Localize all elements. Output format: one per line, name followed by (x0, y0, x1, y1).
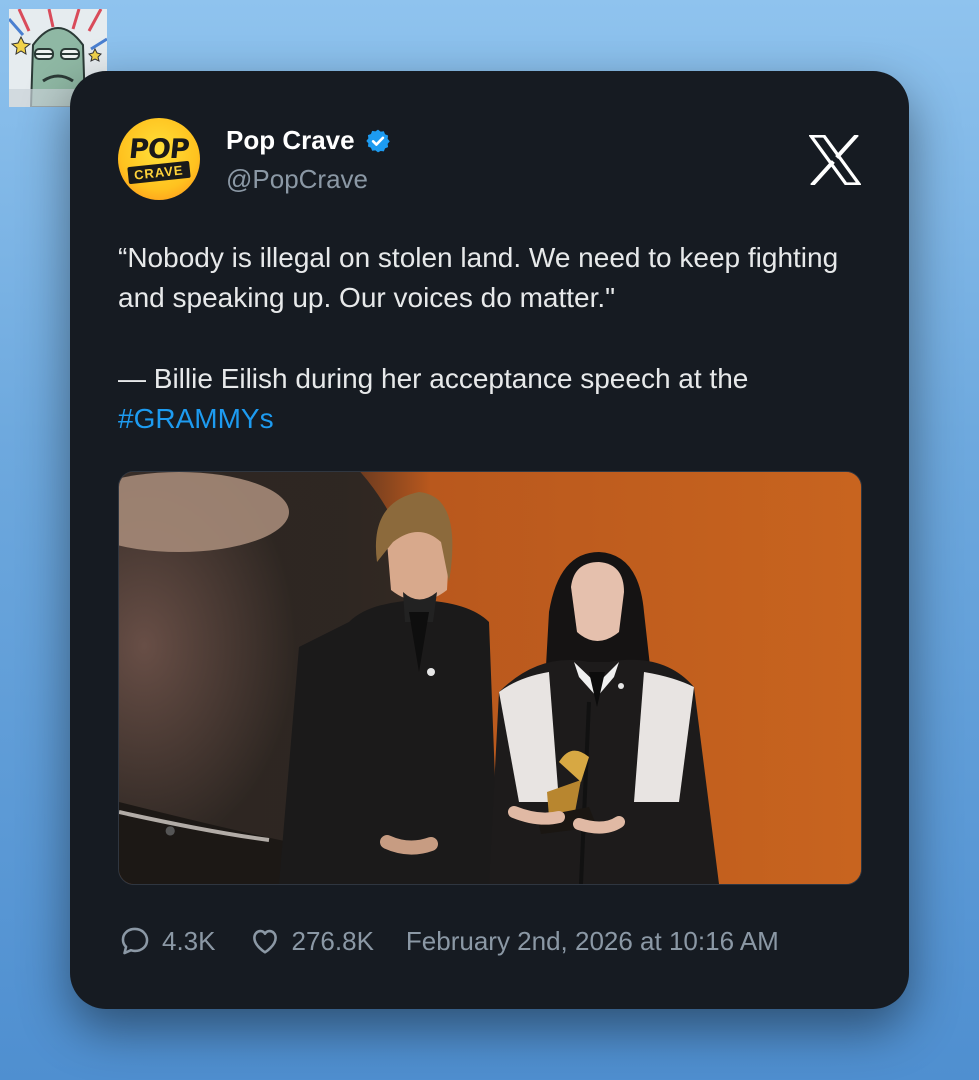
reply-icon[interactable] (118, 924, 152, 958)
x-logo-icon[interactable] (807, 133, 863, 187)
tweet-attribution: — Billie Eilish during her acceptance sp… (118, 363, 749, 394)
tweet-text: “Nobody is illegal on stolen land. We ne… (118, 238, 858, 439)
avatar[interactable]: POP CRAVE (118, 118, 200, 200)
svg-text:●: ● (165, 823, 175, 837)
reply-count: 4.3K (162, 925, 216, 956)
heart-icon[interactable] (248, 924, 282, 958)
like-count: 276.8K (291, 925, 374, 956)
hashtag-link[interactable]: #GRAMMYs (118, 403, 274, 434)
reply-stat[interactable]: 4.3K (118, 924, 216, 958)
verified-badge-icon (365, 128, 391, 154)
tweet-card: POP CRAVE Pop Crave @PopCrave “Nobody is… (70, 71, 909, 1009)
like-stat[interactable]: 276.8K (248, 924, 374, 958)
photo-of-two-people-at-podium-image: ● (119, 472, 861, 884)
author-name-row[interactable]: Pop Crave (226, 125, 391, 156)
timestamp[interactable]: February 2nd, 2026 at 10:16 AM (406, 926, 779, 957)
avatar-pop-text: POP (127, 134, 191, 165)
author-name[interactable]: Pop Crave (226, 125, 355, 156)
author-handle[interactable]: @PopCrave (226, 164, 368, 195)
tweet-quote: “Nobody is illegal on stolen land. We ne… (118, 242, 839, 313)
tweet-footer: 4.3K 276.8K February 2nd, 2026 at 10:16 … (118, 921, 779, 961)
tweet-media-photo[interactable]: ● (118, 471, 862, 885)
